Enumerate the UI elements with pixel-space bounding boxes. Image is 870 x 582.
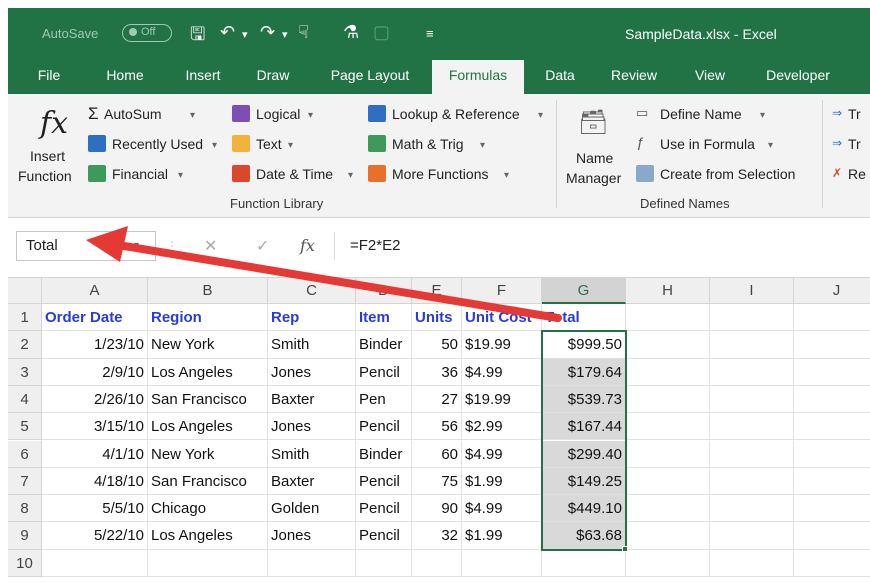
annotation-arrow bbox=[86, 226, 562, 322]
